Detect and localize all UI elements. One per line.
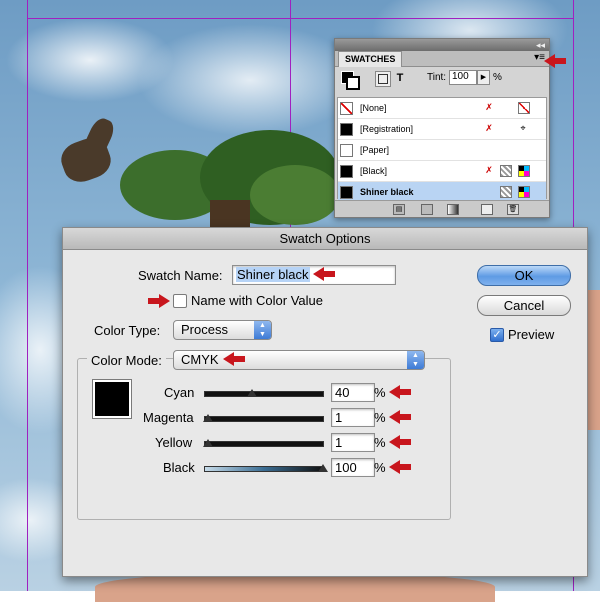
swatch-options-dialog: Swatch Options Swatch Name: Shiner black… [62, 227, 588, 577]
process-color-icon [500, 165, 512, 177]
no-edit-icon: ✗ [485, 123, 493, 133]
swatches-panel: ◂◂ SWATCHES ▾≡ T Tint: 100 ▶ % [None] ✗ … [334, 38, 550, 218]
annotation-arrow [389, 385, 411, 399]
yellow-label: Yellow [155, 435, 193, 450]
color-mode-value: CMYK [181, 352, 219, 367]
annotation-arrow [389, 460, 411, 474]
show-color-swatches-icon[interactable] [421, 204, 433, 215]
annotation-arrow [313, 267, 335, 281]
yellow-slider[interactable] [203, 439, 324, 447]
yellow-slider-thumb[interactable] [203, 439, 213, 447]
cmyk-mode-icon [518, 186, 530, 198]
swatch-row-paper[interactable]: [Paper] [338, 140, 546, 161]
name-with-color-value-label[interactable]: Name with Color Value [191, 293, 323, 308]
cyan-input[interactable]: 40 [331, 383, 375, 402]
text-formatting-icon[interactable]: T [393, 71, 407, 85]
annotation-arrow [389, 435, 411, 449]
swatch-name: [Registration] [360, 124, 414, 134]
swatch-row-black[interactable]: [Black] ✗ [338, 161, 546, 182]
show-all-swatches-icon[interactable]: ▤ [393, 204, 405, 215]
cancel-button[interactable]: Cancel [477, 295, 571, 316]
tint-label: Tint: [427, 72, 447, 83]
paper-swatch-icon [340, 144, 353, 157]
swatch-name: [Black] [360, 166, 388, 176]
magenta-label: Magenta [143, 410, 194, 425]
magenta-unit: % [374, 410, 386, 425]
chevron-updown-icon: ▲ ▼ [254, 321, 271, 339]
color-mode-label: Color Mode: [87, 353, 166, 368]
none-swatch-icon [340, 102, 353, 115]
fill-stroke-icon[interactable] [341, 71, 360, 90]
registration-swatch-icon [340, 123, 353, 136]
ok-button[interactable]: OK [477, 265, 571, 286]
panel-titlebar[interactable]: ◂◂ [335, 39, 549, 51]
guide-line-left [27, 0, 28, 591]
name-with-color-value-checkbox[interactable] [173, 294, 187, 308]
guide-line-top [27, 18, 574, 19]
panel-footer: ▤ 🗑 [335, 200, 549, 217]
color-preview-swatch [92, 379, 132, 419]
color-mode-select[interactable]: CMYK ▲ ▼ [173, 350, 425, 370]
yellow-input[interactable]: 1 [331, 433, 375, 452]
annotation-arrow [389, 410, 411, 424]
dialog-title[interactable]: Swatch Options [63, 228, 587, 250]
container-formatting-icon[interactable] [375, 71, 391, 87]
black-swatch-icon [340, 165, 353, 178]
tint-unit: % [493, 72, 502, 83]
yellow-unit: % [374, 435, 386, 450]
panel-tab-bar: SWATCHES ▾≡ [335, 51, 549, 67]
panel-toolbar: T Tint: 100 ▶ % [335, 67, 549, 91]
swatch-row-registration[interactable]: [Registration] ✗ ⌖ [338, 119, 546, 140]
swatch-name: [Paper] [360, 145, 390, 155]
cyan-slider[interactable] [204, 389, 324, 397]
black-input[interactable]: 100 [331, 458, 375, 477]
swatch-list: [None] ✗ [Registration] ✗ ⌖ [Paper] [Bla… [337, 97, 547, 203]
black-unit: % [374, 460, 386, 475]
none-type-icon [518, 102, 530, 114]
no-edit-icon: ✗ [485, 102, 493, 112]
black-slider[interactable] [204, 464, 328, 472]
swatch-name-value: Shiner black [236, 267, 310, 282]
color-type-label: Color Type: [94, 323, 161, 338]
chevron-updown-icon: ▲ ▼ [407, 351, 424, 369]
magenta-input[interactable]: 1 [331, 408, 375, 427]
black-slider-thumb[interactable] [318, 464, 328, 472]
shiner-black-swatch-icon [340, 186, 353, 199]
no-edit-icon: ✗ [485, 165, 493, 175]
cyan-unit: % [374, 385, 386, 400]
stroke-swatch-icon[interactable] [346, 76, 360, 90]
collapse-icon[interactable]: ◂◂ [536, 39, 545, 51]
tree-canopy-3 [250, 165, 340, 225]
magenta-slider-thumb[interactable] [203, 414, 213, 422]
color-type-select[interactable]: Process ▲ ▼ [173, 320, 272, 340]
black-label: Black [163, 460, 195, 475]
color-type-value: Process [181, 322, 228, 337]
swatch-name: [None] [360, 103, 387, 113]
process-color-icon [500, 186, 512, 198]
swatch-name-label: Swatch Name: [138, 268, 223, 283]
cmyk-mode-icon [518, 165, 530, 177]
tint-stepper-icon[interactable]: ▶ [477, 70, 490, 85]
cyan-label: Cyan [164, 385, 195, 400]
annotation-arrow [148, 294, 170, 308]
show-gradient-swatches-icon[interactable] [447, 204, 459, 215]
preview-checkbox[interactable]: ✓ [490, 328, 504, 342]
tint-input[interactable]: 100 [449, 70, 477, 85]
tab-swatches[interactable]: SWATCHES [338, 51, 403, 67]
tree-trunk [210, 200, 250, 227]
annotation-arrow [544, 54, 566, 68]
magenta-slider[interactable] [203, 414, 324, 422]
preview-label[interactable]: Preview [508, 327, 554, 342]
new-swatch-icon[interactable] [481, 204, 493, 215]
delete-swatch-icon[interactable]: 🗑 [507, 204, 519, 215]
swatch-row-none[interactable]: [None] ✗ [338, 98, 546, 119]
cyan-slider-thumb[interactable] [247, 389, 257, 397]
tab-swatches-label: SWATCHES [345, 54, 396, 64]
registration-mark-icon: ⌖ [520, 123, 526, 133]
annotation-arrow [223, 352, 245, 366]
swatch-name: Shiner black [360, 187, 414, 197]
